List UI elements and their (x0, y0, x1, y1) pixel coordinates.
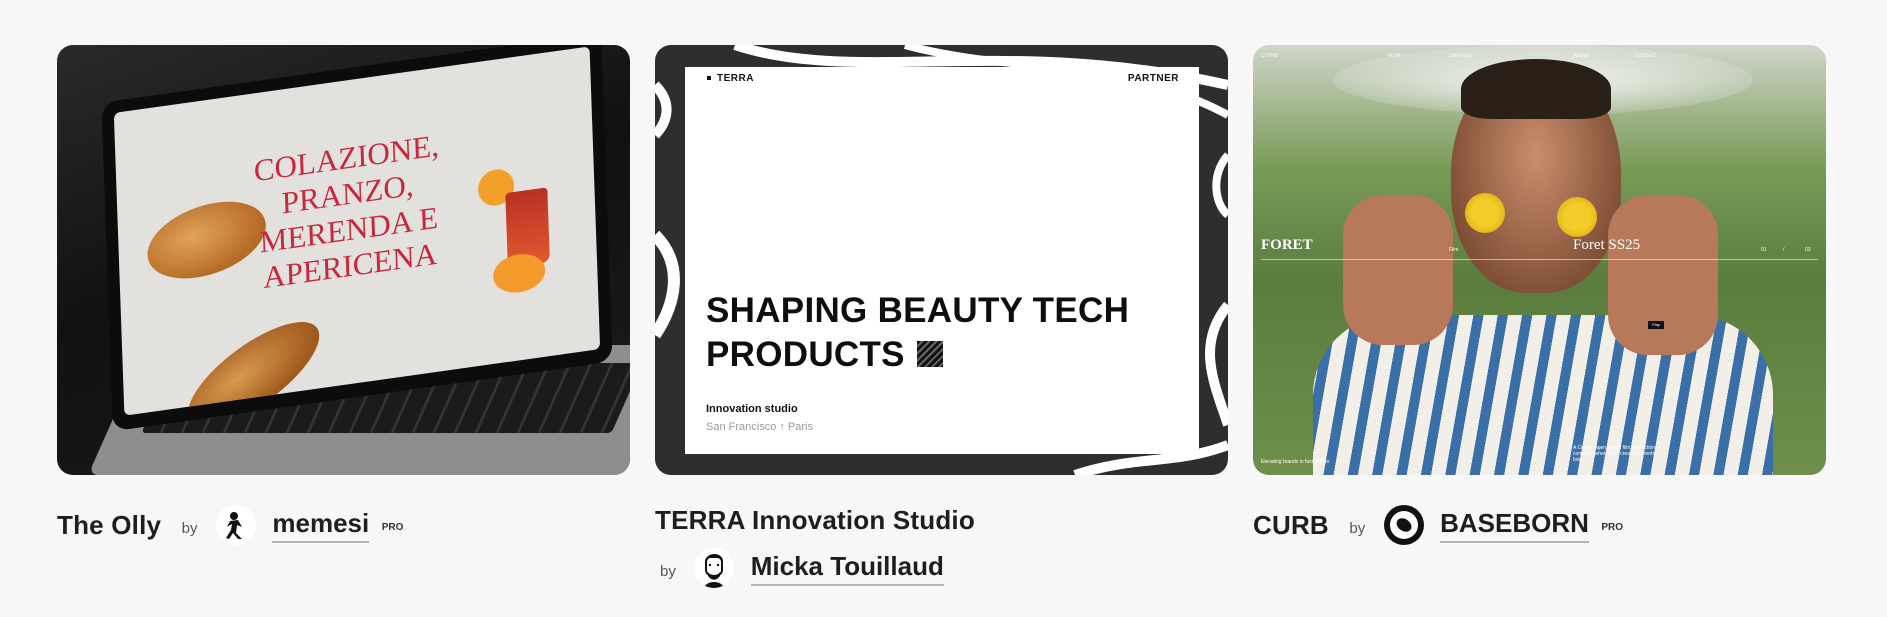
orange-slice-image (492, 250, 546, 296)
flower-image (1465, 193, 1505, 233)
shot-thumbnail[interactable]: CURB Work Services About Contact FORET F… (1253, 45, 1826, 475)
nav-item: Services (1449, 53, 1473, 59)
counter: 03 (1805, 247, 1811, 253)
by-label: by (1349, 519, 1366, 537)
site-preview: TERRA PARTNER SHAPING BEAUTY TECH PRODUC… (685, 67, 1199, 454)
hero-line: PRODUCTS (706, 335, 905, 374)
nav-item: Contact (1635, 53, 1656, 59)
shot-thumbnail[interactable]: TERRA PARTNER SHAPING BEAUTY TECH PRODUC… (655, 45, 1228, 475)
nav-logo: CURB (1261, 53, 1279, 59)
pro-badge: PRO (381, 521, 404, 533)
shot-meta: TERRA Innovation Studio by Micka Touilla… (655, 505, 1255, 588)
shot-card[interactable]: COLAZIONE, PRANZO, MERENDA e APERICENA T… (57, 45, 630, 545)
flower-image (1557, 197, 1597, 237)
portrait-icon (704, 554, 725, 588)
nav-item: Work (1387, 53, 1401, 59)
author-link[interactable]: BASEBORN (1440, 508, 1589, 543)
avatar[interactable] (1383, 505, 1424, 545)
screen-headline: COLAZIONE, PRANZO, MERENDA e APERICENA (253, 127, 440, 296)
shot-thumbnail[interactable]: COLAZIONE, PRANZO, MERENDA e APERICENA (57, 45, 630, 475)
nav-item: About (1573, 53, 1589, 59)
terra-logo: TERRA (707, 73, 754, 84)
author-link[interactable]: Micka Touillaud (750, 551, 944, 586)
dancer-icon (225, 512, 242, 539)
avatar[interactable] (215, 505, 256, 545)
hero-heading: SHAPING BEAUTY TECH PRODUCTS (706, 289, 1129, 377)
foret-logo: FORET (1261, 237, 1313, 253)
avatar[interactable] (694, 548, 735, 588)
pro-badge: PRO (1601, 521, 1624, 533)
hand-image (1343, 195, 1453, 345)
footer-left-text: Elevating brands in fast motion (1261, 459, 1330, 465)
partner-link: PARTNER (1127, 73, 1179, 84)
hand-image (1608, 195, 1718, 355)
divider-line (1261, 259, 1818, 260)
hero-line: SHAPING BEAUTY TECH (706, 291, 1130, 330)
shot-meta: CURB by BASEBORN PRO (1253, 505, 1853, 545)
author-link[interactable]: memesi (272, 508, 370, 543)
shot-title[interactable]: CURB (1253, 510, 1329, 541)
by-label: by (660, 562, 676, 580)
play-button: Play (1648, 321, 1664, 329)
shot-meta: The Olly by memesi PRO (57, 505, 657, 545)
studio-label: Innovation studio (706, 403, 798, 415)
film-label: Film (1449, 247, 1459, 253)
by-label: by (181, 519, 198, 537)
city-label: San Francisco ↑ Paris (706, 421, 813, 433)
counter: / (1783, 247, 1785, 253)
footer-right-text: A Copenhagen based film production compa… (1573, 445, 1656, 463)
shot-card[interactable]: CURB Work Services About Contact FORET F… (1253, 45, 1826, 545)
shot-card[interactable]: TERRA PARTNER SHAPING BEAUTY TECH PRODUC… (655, 45, 1228, 588)
shot-title[interactable]: TERRA Innovation Studio (655, 505, 975, 536)
hair-image (1461, 59, 1611, 119)
shot-title[interactable]: The Olly (57, 510, 161, 541)
collection-title: Foret SS25 (1573, 237, 1641, 253)
baseborn-logo-icon (1384, 506, 1423, 544)
counter: 01 (1761, 247, 1767, 253)
pattern-icon (916, 340, 943, 367)
